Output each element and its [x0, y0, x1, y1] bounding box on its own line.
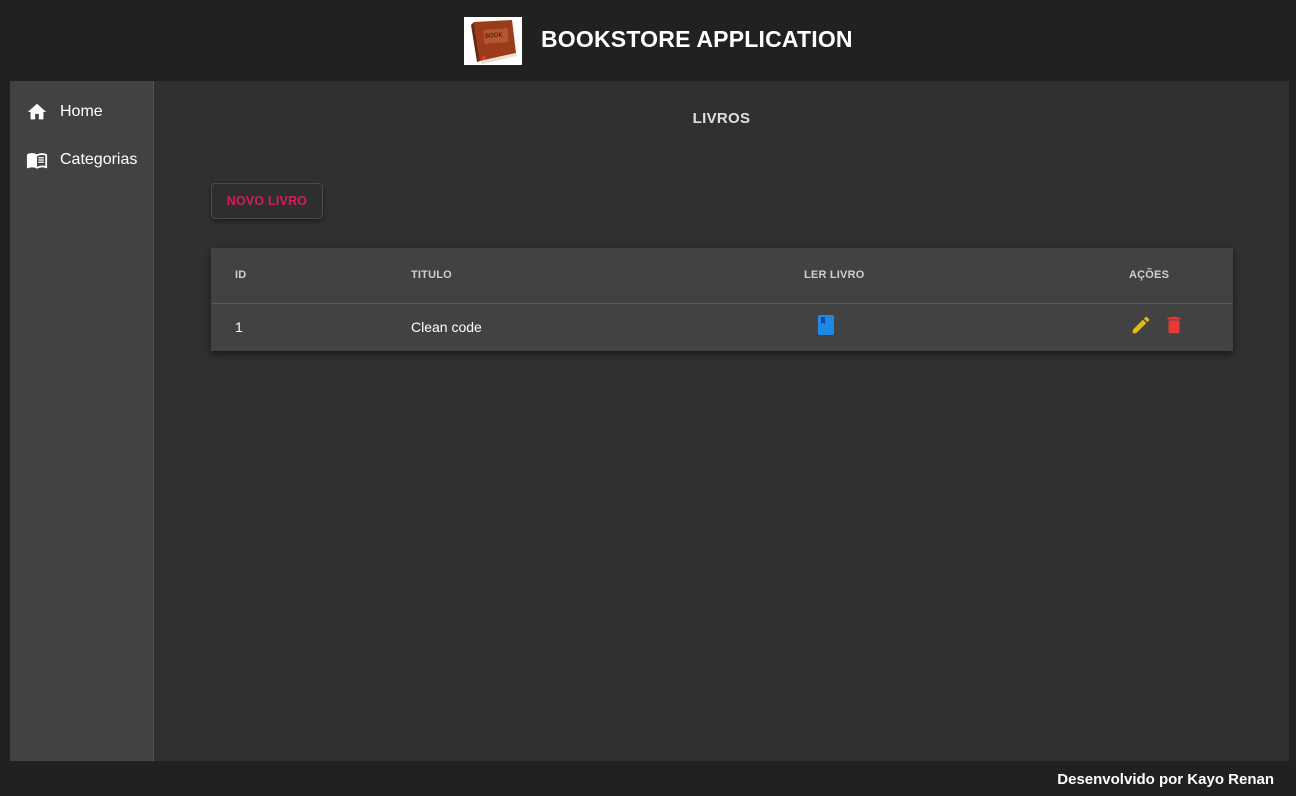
sidebar: Home Categorias — [10, 81, 154, 761]
sidebar-item-label: Home — [60, 103, 103, 120]
table-header: ID TITULO LER LIVRO AÇÕES — [211, 248, 1233, 304]
edit-icon[interactable] — [1130, 314, 1152, 341]
cell-title: Clean code — [411, 319, 482, 335]
sidebar-item-home[interactable]: Home — [26, 101, 103, 123]
column-header-id: ID — [235, 269, 247, 281]
footer-credit: Desenvolvido por Kayo Renan — [1057, 771, 1274, 788]
main-content: LIVROS NOVO LIVRO ID TITULO LER LIVRO AÇ… — [154, 81, 1289, 761]
sidebar-item-label: Categorias — [60, 151, 138, 168]
new-book-button[interactable]: NOVO LIVRO — [211, 183, 323, 219]
app-title: BOOKSTORE APPLICATION — [541, 26, 853, 52]
column-header-actions: AÇÕES — [1129, 269, 1170, 281]
svg-text:BOOK: BOOK — [485, 31, 504, 39]
app-header: BOOK BOOKSTORE APPLICATION — [0, 0, 1296, 81]
open-book-icon — [26, 149, 48, 171]
column-header-read: LER LIVRO — [804, 269, 865, 281]
book-icon[interactable] — [816, 314, 836, 341]
page-title: LIVROS — [692, 110, 751, 127]
sidebar-item-categorias[interactable]: Categorias — [26, 149, 137, 171]
frame-border — [0, 0, 10, 796]
book-logo-icon: BOOK — [464, 17, 522, 65]
books-table: ID TITULO LER LIVRO AÇÕES 1 Clean code — [211, 248, 1233, 351]
delete-icon[interactable] — [1163, 314, 1185, 341]
app-footer: Desenvolvido por Kayo Renan — [0, 761, 1296, 796]
home-icon — [26, 101, 48, 123]
table-row: 1 Clean code — [211, 304, 1233, 351]
column-header-title: TITULO — [411, 269, 452, 281]
cell-id: 1 — [235, 319, 243, 335]
